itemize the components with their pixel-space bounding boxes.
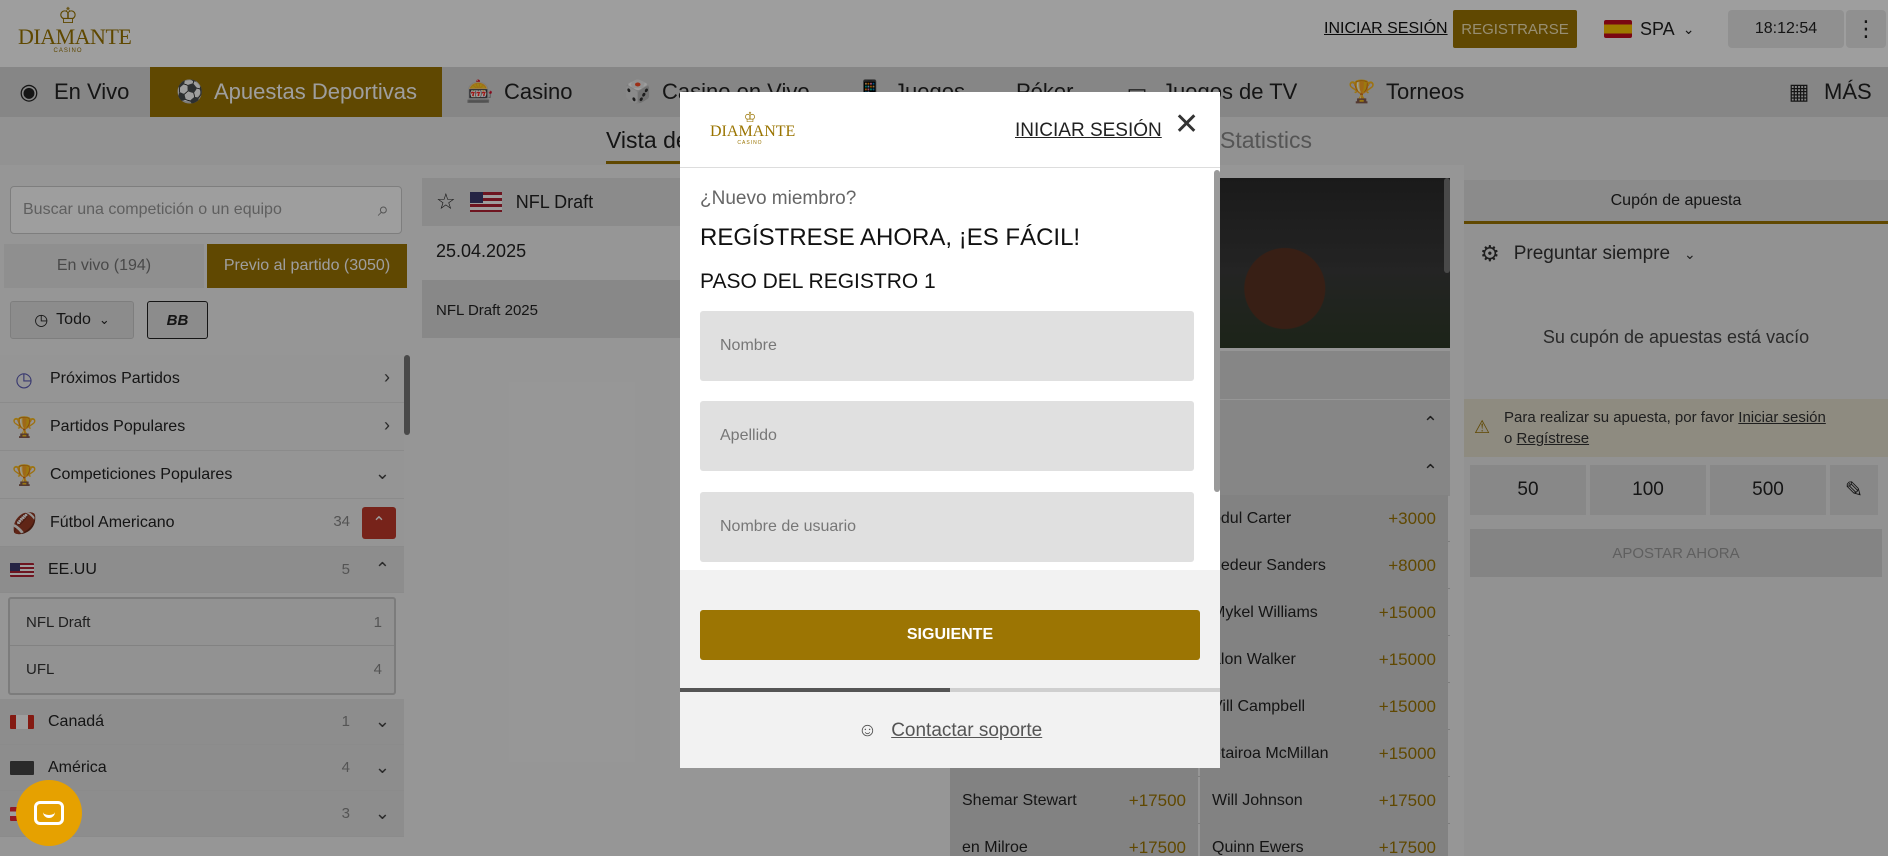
chat-launcher[interactable]	[16, 780, 82, 846]
logo-sub: CASINO	[737, 140, 763, 146]
registration-modal: ♔ DIAMANTE CASINO INICIAR SESIÓN ✕ ¿Nuev…	[680, 92, 1220, 768]
username-field[interactable]	[700, 492, 1194, 562]
modal-login-link[interactable]: INICIAR SESIÓN	[1015, 120, 1162, 142]
close-icon[interactable]: ✕	[1174, 110, 1199, 140]
new-member-label: ¿Nuevo miembro?	[700, 188, 857, 209]
register-heading: REGÍSTRESE AHORA, ¡ES FÁCIL!	[700, 224, 1081, 251]
support-agent-icon: ☺	[857, 720, 878, 741]
registration-progress	[680, 688, 1220, 692]
chat-icon	[34, 801, 64, 825]
modal-scrollbar[interactable]	[1214, 170, 1220, 492]
registration-progress-fill	[680, 688, 950, 692]
support-label: Contactar soporte	[891, 720, 1043, 741]
logo-crown-icon: ♔	[743, 109, 757, 125]
step-title: PASO DEL REGISTRO 1	[700, 270, 936, 293]
modal-body: ¿Nuevo miembro? REGÍSTRESE AHORA, ¡ES FÁ…	[680, 168, 1220, 570]
modal-footer: SIGUIENTE ☺ Contactar soporte	[680, 570, 1220, 768]
modal-logo: ♔ DIAMANTE CASINO	[710, 109, 796, 150]
modal-header: ♔ DIAMANTE CASINO INICIAR SESIÓN ✕	[680, 92, 1220, 168]
first-name-field[interactable]	[700, 311, 1194, 381]
last-name-field[interactable]	[700, 401, 1194, 471]
contact-support-link[interactable]: ☺ Contactar soporte	[680, 720, 1220, 742]
logo-word: DIAMANTE	[710, 123, 796, 140]
next-button[interactable]: SIGUIENTE	[700, 610, 1200, 660]
